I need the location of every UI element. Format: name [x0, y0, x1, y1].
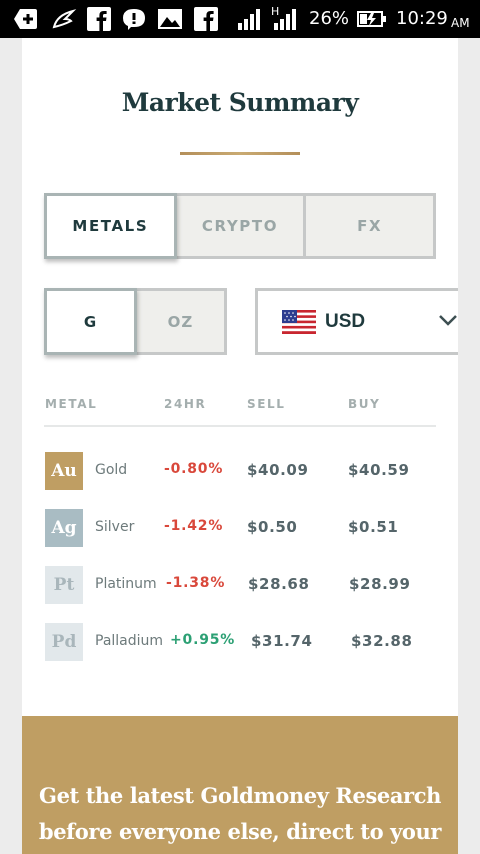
unit-toggle: G OZ — [44, 288, 227, 355]
table-row: Au Gold -0.80% $40.09 $40.59 — [44, 452, 436, 492]
chat-bubble-icon — [121, 6, 147, 32]
plus-square-icon — [12, 6, 40, 32]
market-summary-card: Market Summary METALS CRYPTO FX G OZ USD… — [22, 38, 458, 854]
table-row: Pt Platinum -1.38% $28.68 $28.99 — [44, 566, 436, 606]
sell-price: $40.09 — [247, 461, 309, 479]
unit-grams-button[interactable]: G — [44, 288, 137, 355]
feather-icon — [50, 6, 78, 32]
promo-text: Get the latest Goldmoney Research before… — [22, 778, 458, 850]
title-divider — [180, 152, 300, 155]
sell-price: $31.74 — [251, 632, 313, 650]
table-row: Pd Palladium +0.95% $31.74 $32.88 — [44, 623, 436, 663]
tab-crypto[interactable]: CRYPTO — [177, 196, 307, 256]
image-icon — [156, 6, 184, 32]
table-header: METAL 24HR SELL BUY — [44, 395, 436, 427]
metal-badge-gold: Au — [45, 452, 83, 490]
metal-badge-platinum: Pt — [45, 566, 83, 604]
page-title: Market Summary — [121, 88, 359, 117]
status-bar: H 26% 10:29 AM — [0, 0, 480, 38]
chevron-down-icon — [439, 315, 457, 326]
us-flag-icon — [282, 310, 316, 334]
currency-label: USD — [325, 311, 366, 332]
change-24hr: +0.95% — [170, 632, 236, 648]
column-header-metal: METAL — [45, 397, 98, 411]
buy-price: $28.99 — [349, 575, 411, 593]
buy-price: $40.59 — [348, 461, 410, 479]
change-24hr: -0.80% — [164, 461, 224, 477]
metal-name: Gold — [95, 462, 128, 478]
tab-metals[interactable]: METALS — [44, 193, 177, 259]
metal-name: Platinum — [95, 576, 157, 592]
clock-time: 10:29 — [396, 8, 448, 29]
metal-badge-silver: Ag — [45, 509, 83, 547]
metal-badge-palladium: Pd — [45, 623, 83, 661]
asset-tabs: METALS CRYPTO FX — [44, 193, 436, 259]
column-header-sell: SELL — [247, 397, 286, 411]
clock-ampm: AM — [451, 16, 470, 30]
metal-name: Palladium — [95, 633, 164, 649]
signal-icon — [236, 6, 262, 32]
currency-select[interactable]: USD — [255, 288, 458, 355]
change-24hr: -1.38% — [166, 575, 226, 591]
buy-price: $0.51 — [348, 518, 399, 536]
table-row: Ag Silver -1.42% $0.50 $0.51 — [44, 509, 436, 549]
buy-price: $32.88 — [351, 632, 413, 650]
change-24hr: -1.42% — [164, 518, 224, 534]
battery-charging-icon — [357, 6, 387, 32]
sell-price: $28.68 — [248, 575, 310, 593]
promo-line-2: before everyone else, direct to your — [38, 819, 442, 844]
facebook-icon — [193, 6, 219, 32]
promo-line-1: Get the latest Goldmoney Research — [39, 783, 441, 808]
column-header-buy: BUY — [348, 397, 381, 411]
battery-percent: 26% — [309, 8, 350, 29]
metal-name: Silver — [95, 519, 135, 535]
facebook-icon — [86, 6, 112, 32]
network-type-label: H — [271, 5, 280, 18]
column-header-24hr: 24HR — [164, 397, 207, 411]
unit-ounces-button[interactable]: OZ — [137, 291, 224, 352]
research-promo-banner: Get the latest Goldmoney Research before… — [22, 716, 458, 854]
sell-price: $0.50 — [247, 518, 298, 536]
tab-fx[interactable]: FX — [306, 196, 433, 256]
